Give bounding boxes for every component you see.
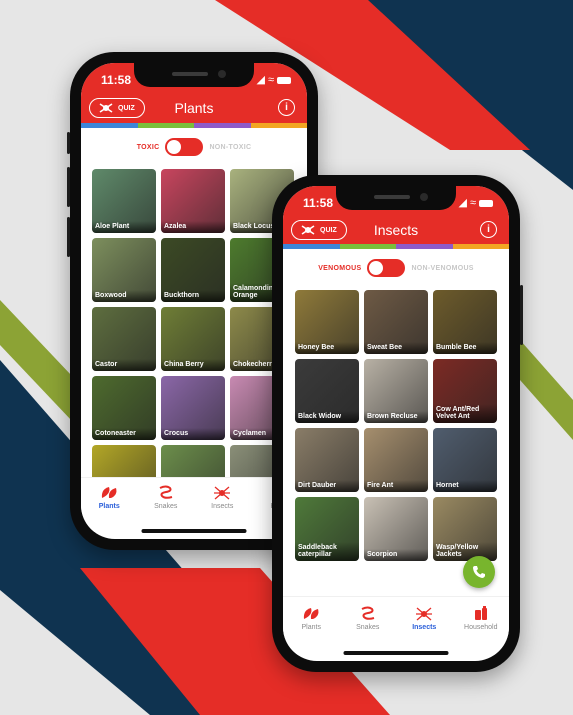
species-label: Crocus: [161, 428, 225, 440]
species-tile[interactable]: Bumble Bee: [433, 290, 497, 354]
notch: [336, 186, 456, 210]
species-label: Scorpion: [364, 549, 428, 561]
venom-toggle[interactable]: [367, 259, 406, 277]
species-tile[interactable]: Boxwood: [92, 238, 156, 302]
status-icons: ◢ ≈: [458, 196, 493, 209]
species-tile[interactable]: Saddleback caterpillar: [295, 497, 359, 561]
species-label: Saddleback caterpillar: [295, 541, 359, 561]
status-time: 11:58: [101, 73, 132, 87]
home-indicator[interactable]: [343, 651, 449, 655]
bottom-tab-bar: Plants Snakes Insects Household: [283, 596, 509, 655]
insects-screen: 11:58 ◢ ≈ QUIZ Insects i VENOMOUS NON-VE…: [283, 186, 509, 661]
tab-label: Insects: [412, 624, 437, 631]
species-tile[interactable]: Hornet: [433, 428, 497, 492]
tab-label: Plants: [301, 624, 321, 631]
snake-icon: [361, 606, 375, 620]
page-title: Insects: [373, 222, 419, 238]
species-label: Boxwood: [92, 290, 156, 302]
species-tile[interactable]: China Berry: [161, 307, 225, 371]
species-label: Azalea: [161, 221, 225, 233]
category-color-bar: [283, 244, 509, 249]
status-time: 11:58: [303, 196, 334, 210]
species-tile[interactable]: Black Widow: [295, 359, 359, 423]
tab-plants[interactable]: Plants: [81, 484, 138, 532]
species-tile[interactable]: Sweat Bee: [364, 290, 428, 354]
species-tile[interactable]: Cow Ant/Red Velvet Ant: [433, 359, 497, 423]
tab-insects[interactable]: Insects: [194, 484, 251, 532]
tab-snakes[interactable]: Snakes: [138, 484, 195, 532]
species-label: China Berry: [161, 359, 225, 371]
insects-grid: Honey Bee Sweat Bee Bumble Bee Black Widow B…: [295, 290, 497, 561]
tab-plants[interactable]: Plants: [283, 605, 340, 655]
tab-label: Snakes: [356, 624, 380, 631]
side-button: [67, 132, 70, 154]
toggle-off-label: NON-TOXIC: [209, 143, 252, 151]
tab-label: Snakes: [154, 503, 178, 510]
tab-label: Household: [464, 624, 498, 631]
plants-grid: Aloe Plant Azalea Black Locust Boxwood Buckt…: [92, 169, 294, 509]
species-label: Castor: [92, 359, 156, 371]
species-tile[interactable]: Crocus: [161, 376, 225, 440]
home-indicator[interactable]: [141, 529, 247, 533]
species-label: Cow Ant/Red Velvet Ant: [433, 403, 497, 423]
bottle-icon: [474, 606, 487, 620]
tab-household[interactable]: Household: [453, 605, 510, 655]
species-tile[interactable]: Cotoneaster: [92, 376, 156, 440]
species-label: Brown Recluse: [364, 411, 428, 423]
tab-label: Plants: [98, 503, 120, 510]
status-icons: ◢ ≈: [256, 73, 291, 86]
battery-icon: [479, 199, 493, 207]
leaf-icon: [102, 487, 117, 498]
species-label: Buckthorn: [161, 290, 225, 302]
info-icon[interactable]: i: [480, 221, 497, 238]
toxicity-toggle-row: TOXIC NON-TOXIC: [81, 138, 307, 156]
spider-icon: [214, 486, 231, 500]
species-tile[interactable]: Azalea: [161, 169, 225, 233]
species-label: Fire Ant: [364, 480, 428, 492]
species-label: Bumble Bee: [433, 342, 497, 354]
snake-icon: [159, 485, 173, 499]
phone-icon: [473, 566, 485, 578]
species-label: Dirt Dauber: [295, 480, 359, 492]
species-label: Aloe Plant: [92, 221, 156, 233]
species-tile[interactable]: Buckthorn: [161, 238, 225, 302]
species-tile[interactable]: Fire Ant: [364, 428, 428, 492]
promo-background: 11:58 ◢ ≈ QUIZ Plants i TOXIC NON-TOXIC …: [0, 0, 573, 715]
spider-icon: [416, 607, 433, 621]
toxicity-toggle[interactable]: [165, 138, 204, 156]
insects-phone: 11:58 ◢ ≈ QUIZ Insects i VENOMOUS NON-VE…: [272, 175, 523, 672]
species-label: Sweat Bee: [364, 342, 428, 354]
species-label: Hornet: [433, 480, 497, 492]
species-tile[interactable]: Castor: [92, 307, 156, 371]
toggle-off-label: NON-VENOMOUS: [411, 264, 474, 272]
tab-snakes[interactable]: Snakes: [340, 605, 397, 655]
notch: [134, 63, 254, 87]
species-tile[interactable]: Scorpion: [364, 497, 428, 561]
leaf-icon: [304, 608, 319, 619]
page-title: Plants: [174, 100, 214, 116]
toggle-on-label: TOXIC: [136, 143, 160, 151]
tab-insects[interactable]: Insects: [396, 605, 453, 655]
side-button: [67, 217, 70, 257]
species-tile[interactable]: Dirt Dauber: [295, 428, 359, 492]
battery-icon: [277, 76, 291, 84]
species-label: Honey Bee: [295, 342, 359, 354]
category-color-bar: [81, 123, 307, 128]
side-button: [67, 167, 70, 207]
species-tile[interactable]: Aloe Plant: [92, 169, 156, 233]
species-tile[interactable]: Wasp/Yellow Jackets: [433, 497, 497, 561]
species-label: Cotoneaster: [92, 428, 156, 440]
species-tile[interactable]: Brown Recluse: [364, 359, 428, 423]
species-tile[interactable]: Honey Bee: [295, 290, 359, 354]
tab-label: Insects: [211, 503, 234, 510]
toggle-on-label: VENOMOUS: [318, 264, 362, 272]
call-button[interactable]: [463, 556, 495, 588]
species-label: Black Widow: [295, 411, 359, 423]
info-icon[interactable]: i: [278, 99, 295, 116]
side-button: [520, 285, 523, 345]
venom-toggle-row: VENOMOUS NON-VENOMOUS: [283, 259, 509, 277]
